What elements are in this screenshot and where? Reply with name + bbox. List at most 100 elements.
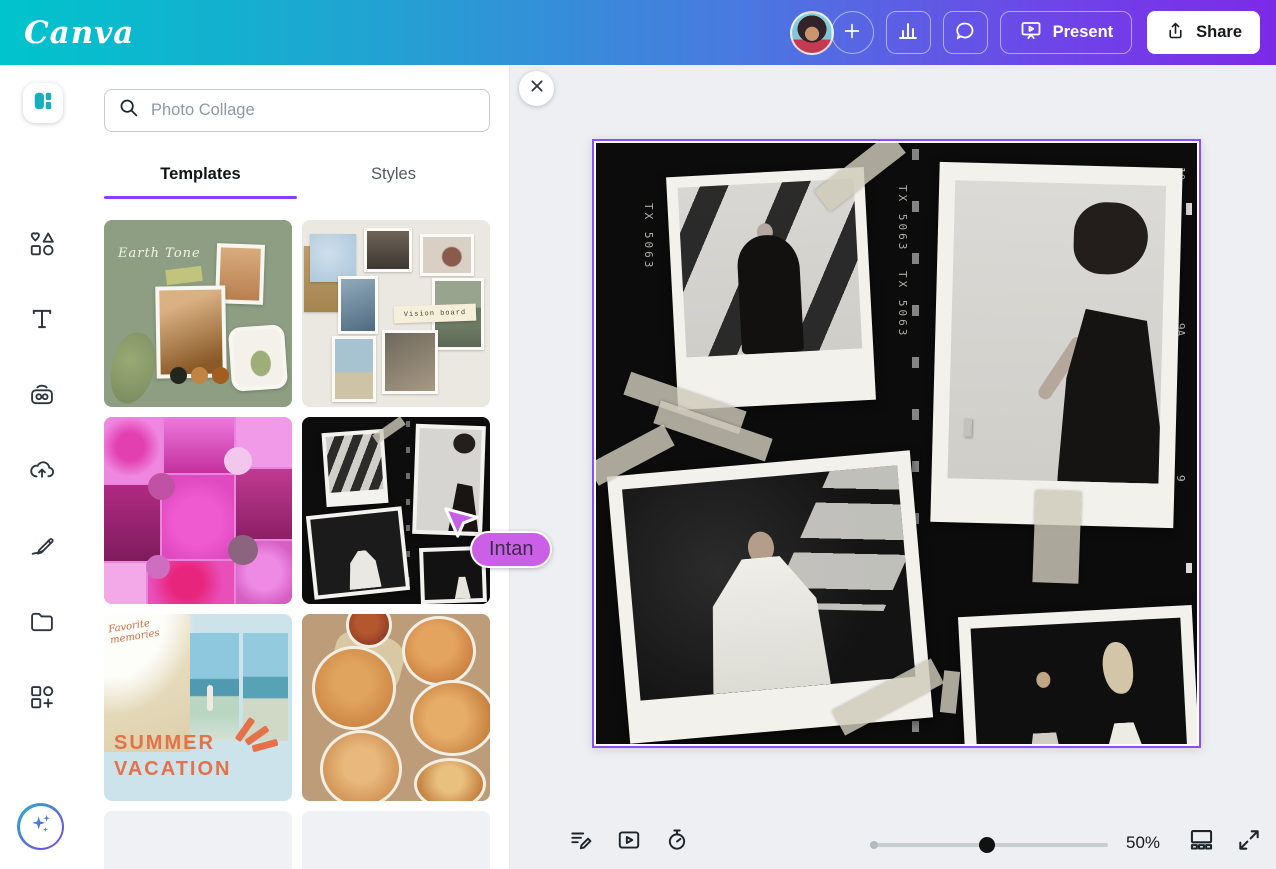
analytics-icon [896, 19, 920, 46]
present-label: Present [1053, 23, 1114, 42]
thumb-art [338, 276, 378, 334]
photo-figure [963, 419, 971, 437]
templates-panel: Templates Styles Earth Tone [84, 65, 510, 869]
photo-element[interactable] [958, 605, 1197, 744]
thumb-art [155, 285, 227, 378]
close-icon [529, 78, 545, 99]
sidebar-rail [0, 65, 84, 869]
header-actions: Present Share [790, 11, 1260, 55]
template-summer-vacation[interactable]: Favorite memories SUMMER VACATION [104, 614, 292, 801]
film-mark-text: 9 [1174, 475, 1187, 482]
thumb-art [382, 330, 438, 394]
zoom-slider-origin [870, 841, 878, 849]
thumb-art [207, 685, 213, 711]
thumb-art [224, 447, 252, 475]
photo-element[interactable] [666, 167, 876, 410]
timer-button[interactable] [660, 825, 694, 859]
photo-element[interactable] [930, 162, 1182, 528]
photo-figure [1057, 308, 1166, 483]
sidebar-item-elements[interactable] [0, 230, 84, 270]
film-code-text: TX 5063 [896, 271, 909, 338]
template-pink-floral[interactable] [104, 417, 292, 604]
thumb-art [106, 329, 160, 407]
avatar[interactable] [790, 11, 834, 55]
fullscreen-button[interactable] [1232, 825, 1266, 859]
thumb-art [402, 616, 476, 686]
text-icon [28, 305, 56, 345]
template-grid: Earth Tone Vision board [104, 220, 490, 869]
photo-figure [1101, 641, 1134, 694]
photo-figure [1036, 672, 1051, 689]
template-placeholder[interactable] [302, 811, 490, 869]
add-member-button[interactable] [831, 11, 874, 54]
page-content: TX 5063 TX 5063 TX 5063 10 9A 9 [596, 143, 1197, 744]
photo-figure [736, 234, 804, 355]
template-bw-polaroid[interactable] [302, 417, 490, 604]
thumb-art [412, 424, 486, 536]
thumb-art [410, 680, 490, 756]
template-placeholder[interactable] [104, 811, 292, 869]
sidebar-item-brand[interactable] [0, 381, 84, 421]
zoom-level[interactable]: 50% [1118, 833, 1168, 853]
tab-styles[interactable]: Styles [297, 151, 490, 199]
thumb-art [104, 563, 146, 604]
video-preview-button[interactable] [612, 825, 646, 859]
video-icon [616, 827, 642, 858]
design-icon [32, 90, 54, 117]
thumb-art [104, 417, 162, 483]
template-vision-board[interactable]: Vision board [302, 220, 490, 407]
thumb-art [236, 469, 292, 539]
notes-button[interactable] [564, 825, 598, 859]
tape-element [1032, 490, 1081, 584]
design-page[interactable]: TX 5063 TX 5063 TX 5063 10 9A 9 [592, 139, 1201, 748]
brand-icon [28, 381, 56, 421]
sidebar-item-design[interactable] [23, 83, 63, 123]
present-button[interactable]: Present [1000, 11, 1133, 54]
apps-icon [28, 683, 56, 723]
thumb-art [364, 228, 412, 272]
pages-view-button[interactable] [1184, 825, 1218, 859]
sparkles-icon [27, 810, 55, 843]
search-input[interactable] [151, 101, 476, 120]
share-icon [1165, 20, 1186, 46]
sidebar-item-projects[interactable] [0, 608, 84, 648]
search-box[interactable] [104, 89, 490, 132]
template-text: Vision board [394, 304, 477, 324]
zoom-slider-thumb[interactable] [979, 837, 995, 853]
notes-icon [568, 827, 594, 858]
sidebar-item-uploads[interactable] [0, 456, 84, 496]
template-text: Earth Tone [118, 246, 201, 261]
thumb-art [312, 646, 396, 730]
share-button[interactable]: Share [1147, 11, 1260, 54]
plus-icon [841, 20, 863, 45]
thumb-art [419, 546, 487, 604]
thumb-art [414, 758, 486, 801]
canvas-area: TX 5063 TX 5063 TX 5063 10 9A 9 [510, 65, 1276, 869]
insights-button[interactable] [886, 11, 931, 54]
thumb-art [148, 473, 175, 500]
sidebar-item-draw[interactable] [0, 531, 84, 571]
pages-icon [1188, 826, 1215, 858]
thumb-art [310, 234, 356, 282]
sidebar-item-text[interactable] [0, 305, 84, 345]
sidebar-item-apps[interactable] [0, 683, 84, 723]
comment-icon [953, 19, 977, 46]
search-icon [118, 97, 140, 124]
template-text: SUMMER [114, 732, 215, 755]
comments-button[interactable] [943, 11, 988, 54]
thumb-art [212, 367, 229, 384]
template-cat-collage[interactable] [302, 614, 490, 801]
thumb-art [228, 324, 288, 392]
elements-icon [28, 230, 56, 270]
photo-figure [1027, 732, 1065, 744]
canva-editor: Canva Present [0, 0, 1276, 869]
template-earth-tone[interactable]: Earth Tone [104, 220, 292, 407]
canva-assistant-button[interactable] [17, 803, 64, 850]
close-button[interactable] [519, 71, 554, 106]
tab-templates[interactable]: Templates [104, 151, 297, 199]
thumb-art [190, 633, 239, 741]
zoom-slider-track[interactable] [872, 843, 1108, 847]
film-code-text: TX 5063 [896, 185, 909, 252]
photo-figure [1100, 721, 1150, 744]
canva-logo[interactable]: Canva [24, 15, 134, 51]
